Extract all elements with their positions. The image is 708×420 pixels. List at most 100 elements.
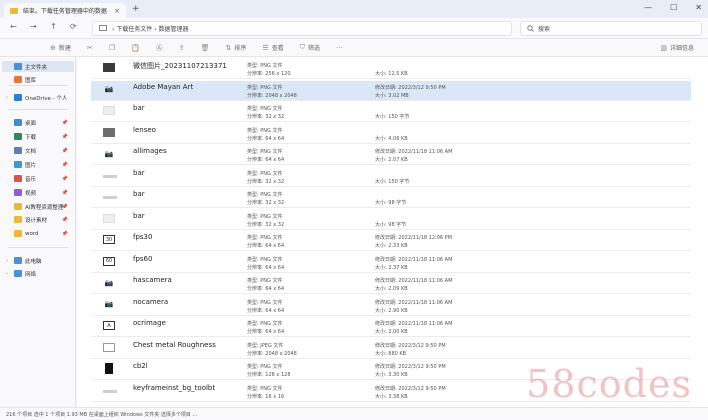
paste-icon: 📋 — [131, 43, 140, 52]
new-tab-button[interactable]: + — [132, 4, 140, 14]
paste-button[interactable]: 📋 — [131, 44, 140, 52]
file-row[interactable]: 30 fps30 类型: PNG 文件 分辨率: 64 x 64 修改日期: 2022/… — [91, 231, 691, 251]
sidebar-item[interactable]: 主文件夹 — [2, 61, 74, 72]
file-type: 类型: PNG 文件 — [247, 278, 283, 284]
file-row[interactable]: 📷 Adobe Mayan Art 类型: PNG 文件 分辨率: 2048 x 20… — [91, 80, 691, 101]
sidebar-item[interactable]: 图片 📌 — [2, 159, 74, 170]
sidebar-item[interactable]: word 📌 — [2, 228, 74, 239]
new-button[interactable]: ⊕ 新建 — [50, 43, 71, 53]
sidebar-item-label: AI教程资源整理 — [25, 204, 64, 211]
up-button[interactable]: ↑ — [50, 22, 57, 31]
file-dimensions: 分辨率: 128 x 128 — [247, 372, 291, 378]
more-button[interactable]: ··· — [336, 44, 343, 52]
file-row[interactable]: Chest metal Roughness 类型: JPEG 文件 分辨率: 204… — [91, 339, 691, 359]
pin-icon: 📌 — [61, 161, 68, 168]
file-list: 微信图片_20231107213371 类型: PNG 文件 分辨率: 256 x … — [77, 57, 708, 407]
refresh-button[interactable]: ⟳ — [70, 22, 77, 31]
sidebar-item[interactable]: 图库 — [2, 74, 74, 85]
file-dimensions: 分辨率: 2048 x 2048 — [247, 350, 297, 357]
file-row[interactable]: bar 类型: PNG 文件 分辨率: 32 x 32 大小: 150 字节 — [91, 167, 691, 187]
file-row[interactable]: 📷 nocamera 类型: PNG 文件 分辨率: 64 x 64 修改日期: 202… — [91, 296, 691, 316]
file-dimensions: 分辨率: 64 x 64 — [247, 157, 285, 163]
sidebar-item[interactable]: › 网络 — [2, 268, 74, 279]
filter-icon: ⛉ — [299, 43, 305, 51]
file-dimensions: 分辨率: 64 x 64 — [247, 286, 285, 292]
sidebar-item[interactable]: 视频 📌 — [2, 187, 74, 198]
sidebar-item[interactable]: 桌面 📌 — [2, 117, 74, 128]
file-row[interactable]: 📷 hascamera 类型: PNG 文件 分辨率: 64 x 64 修改日期: 20… — [91, 274, 691, 294]
file-dimensions: 分辨率: 32 x 32 — [247, 114, 285, 120]
file-row[interactable]: 60 fps60 类型: PNG 文件 分辨率: 64 x 64 修改日期: 2022/… — [91, 253, 691, 273]
file-type: 类型: PNG 文件 — [247, 170, 283, 177]
file-name: bar — [133, 211, 145, 220]
folder-icon — [14, 203, 22, 210]
file-dimensions: 分辨率: 64 x 64 — [247, 264, 285, 271]
file-row[interactable]: bar 类型: PNG 文件 分辨率: 32 x 32 大小: 98 字节 — [91, 210, 691, 230]
cut-icon: ✂ — [86, 43, 93, 52]
sidebar-item-label: 文档 — [25, 148, 37, 155]
file-size: 大小: 150 字节 — [375, 178, 410, 185]
filter-button[interactable]: ⛉ 筛选 — [300, 43, 320, 52]
file-date: 修改日期: 2022/3/12 9:50 PM — [375, 364, 446, 370]
title-bar: 结束。下载任务管理器中的数据 × + — ☐ ✕ — [0, 0, 708, 18]
file-size: 大小: 880 KB — [375, 350, 407, 357]
cut-button[interactable]: ✂ — [87, 44, 93, 52]
file-name: Chest metal Roughness — [133, 340, 216, 349]
file-type: 类型: PNG 文件 — [247, 235, 283, 241]
file-size: 大小: 2.90 KB — [375, 307, 408, 314]
rename-button[interactable]: Ⓐ — [156, 43, 163, 53]
pin-icon: 📌 — [61, 230, 68, 237]
search-icon — [527, 25, 534, 32]
sidebar-item[interactable]: 文档 📌 — [2, 145, 74, 156]
forward-button[interactable]: → — [30, 22, 37, 31]
tab-close-icon[interactable]: × — [114, 7, 120, 15]
file-date: 修改日期: 2022/11/18 11:06 AM — [375, 278, 453, 284]
sidebar-item[interactable]: 设计素材 📌 — [2, 214, 74, 225]
search-field[interactable]: 搜索 — [520, 21, 702, 36]
sort-button[interactable]: ⇅ 排序 — [226, 43, 247, 53]
file-row[interactable]: 📷 allimages 类型: PNG 文件 分辨率: 64 x 64 修改日期: 20… — [91, 145, 691, 165]
delete-button[interactable]: 🗑 — [201, 44, 210, 52]
chevron-right-icon[interactable]: › — [6, 95, 11, 101]
chevron-right-icon[interactable]: › — [6, 258, 11, 264]
pin-icon: 📌 — [61, 175, 68, 182]
minimize-button[interactable]: — — [644, 3, 652, 12]
folder-icon — [10, 7, 18, 14]
window-controls: — ☐ ✕ — [644, 3, 702, 12]
file-row[interactable]: bar 类型: PNG 文件 分辨率: 32 x 32 大小: 150 字节 — [91, 102, 691, 122]
file-name: fps60 — [133, 254, 153, 263]
details-button[interactable]: ▥ 详细信息 — [660, 43, 694, 53]
sidebar-item-label: 图库 — [25, 77, 37, 84]
copy-icon: ❐ — [108, 43, 116, 52]
file-row[interactable]: lenseo 类型: PNG 文件 分辨率: 64 x 64 大小: 4.06 KB — [91, 124, 691, 144]
chevron-right-icon[interactable]: › — [6, 271, 11, 277]
file-row[interactable]: bar 类型: PNG 文件 分辨率: 32 x 32 大小: 98 字节 — [91, 188, 691, 208]
file-date: 修改日期: 2022/11/18 11:06 AM — [375, 299, 453, 306]
sidebar-item[interactable]: 音乐 📌 — [2, 173, 74, 184]
file-type: 类型: PNG 文件 — [247, 299, 283, 306]
maximize-button[interactable]: ☐ — [670, 3, 677, 12]
download-icon — [14, 133, 22, 140]
sidebar-item[interactable]: AI教程资源整理 📌 — [2, 201, 74, 212]
pin-icon: 📌 — [61, 133, 68, 140]
file-row[interactable]: Aocrimage 类型: PNG 文件 分辨率: 64 x 64 修改日期: 202… — [91, 317, 691, 337]
file-row[interactable]: 微信图片_20231107213371 类型: PNG 文件 分辨率: 256 x … — [91, 59, 691, 79]
view-button[interactable]: ☰ 查看 — [262, 43, 283, 53]
active-tab[interactable]: 结束。下载任务管理器中的数据 × — [4, 3, 126, 18]
share-button[interactable]: ⇪ — [179, 44, 185, 52]
address-field[interactable]: › 下载任务文件 › 数据管理器 — [92, 21, 512, 36]
more-icon: ··· — [335, 43, 343, 52]
sidebar-item-label: OneDrive - 个人 — [25, 95, 68, 102]
video-icon — [14, 189, 22, 196]
close-button[interactable]: ✕ — [695, 3, 702, 12]
sidebar-item[interactable]: 下载 📌 — [2, 131, 74, 142]
file-thumbnail-icon — [105, 363, 113, 374]
copy-button[interactable]: ❐ — [109, 44, 115, 52]
file-size: 大小: 3.02 MB — [375, 92, 409, 99]
back-button[interactable]: ← — [10, 22, 17, 31]
sidebar-item-label: 主文件夹 — [25, 64, 48, 71]
watermark: 58codes — [526, 362, 692, 406]
pin-icon: 📌 — [61, 147, 68, 154]
sidebar-item[interactable]: › OneDrive - 个人 — [2, 92, 74, 103]
sidebar-item[interactable]: › 此电脑 — [2, 255, 74, 266]
